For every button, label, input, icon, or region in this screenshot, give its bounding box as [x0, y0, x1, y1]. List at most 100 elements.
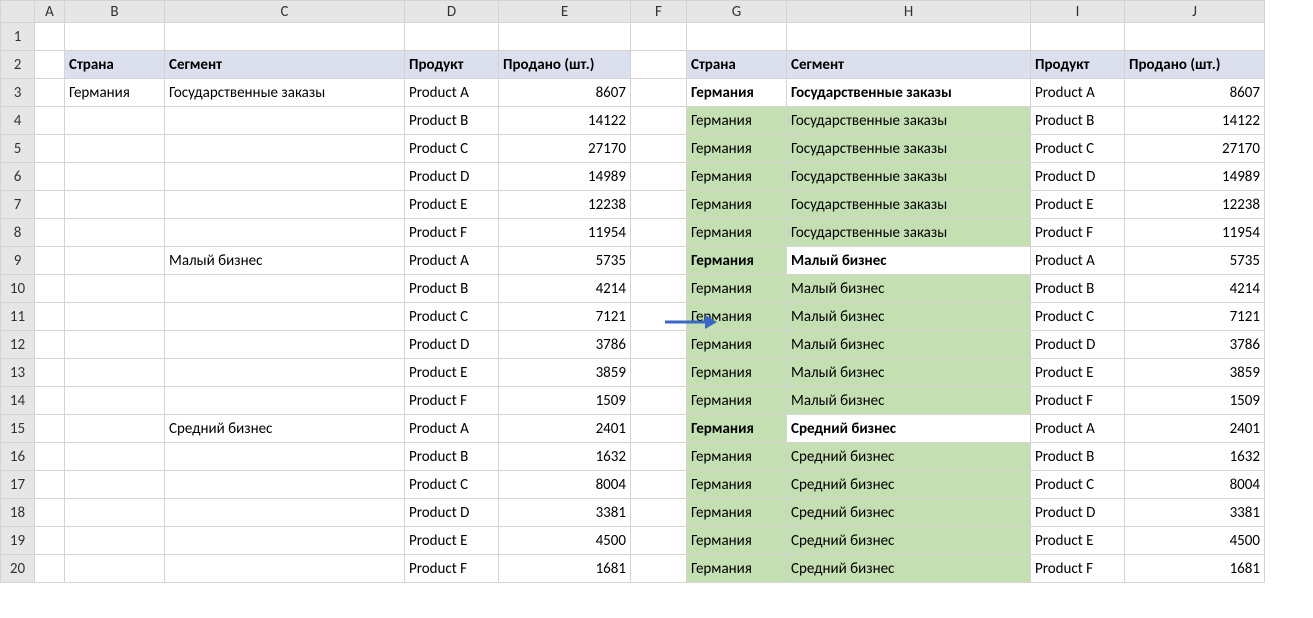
cell-C17[interactable]: [165, 471, 405, 499]
col-header-I[interactable]: I: [1031, 1, 1125, 23]
cell-C7[interactable]: [165, 191, 405, 219]
cell-B7[interactable]: [65, 191, 165, 219]
cell-B13[interactable]: [65, 359, 165, 387]
cell-E8[interactable]: 11954: [499, 219, 631, 247]
cell-I8[interactable]: Product F: [1031, 219, 1125, 247]
select-all-corner[interactable]: [1, 1, 35, 23]
cell-A20[interactable]: [35, 555, 65, 583]
cell-I16[interactable]: Product B: [1031, 443, 1125, 471]
cell-D11[interactable]: Product C: [405, 303, 499, 331]
row-header-14[interactable]: 14: [1, 387, 35, 415]
cell-F15[interactable]: [631, 415, 687, 443]
cell-I19[interactable]: Product E: [1031, 527, 1125, 555]
cell-G5[interactable]: Германия: [687, 135, 787, 163]
cell-G13[interactable]: Германия: [687, 359, 787, 387]
cell-F17[interactable]: [631, 471, 687, 499]
cell-J11[interactable]: 7121: [1125, 303, 1265, 331]
cell-E3[interactable]: 8607: [499, 79, 631, 107]
cell-I10[interactable]: Product B: [1031, 275, 1125, 303]
cell-B14[interactable]: [65, 387, 165, 415]
cell-J3[interactable]: 8607: [1125, 79, 1265, 107]
cell-C2[interactable]: Сегмент: [165, 51, 405, 79]
col-header-G[interactable]: G: [687, 1, 787, 23]
cell-J9[interactable]: 5735: [1125, 247, 1265, 275]
cell-D19[interactable]: Product E: [405, 527, 499, 555]
cell-D8[interactable]: Product F: [405, 219, 499, 247]
cell-B2[interactable]: Страна: [65, 51, 165, 79]
cell-C11[interactable]: [165, 303, 405, 331]
cell-G18[interactable]: Германия: [687, 499, 787, 527]
row-header-12[interactable]: 12: [1, 331, 35, 359]
cell-J8[interactable]: 11954: [1125, 219, 1265, 247]
cell-D16[interactable]: Product B: [405, 443, 499, 471]
col-header-B[interactable]: B: [65, 1, 165, 23]
cell-C16[interactable]: [165, 443, 405, 471]
cell-J10[interactable]: 4214: [1125, 275, 1265, 303]
cell-J19[interactable]: 4500: [1125, 527, 1265, 555]
cell-E13[interactable]: 3859: [499, 359, 631, 387]
col-header-A[interactable]: A: [35, 1, 65, 23]
cell-D10[interactable]: Product B: [405, 275, 499, 303]
row-header-16[interactable]: 16: [1, 443, 35, 471]
cell-F16[interactable]: [631, 443, 687, 471]
cell-F7[interactable]: [631, 191, 687, 219]
spreadsheet-grid[interactable]: A B C D E F G H I J 12СтранаСегментПроду…: [0, 0, 1265, 583]
cell-H10[interactable]: Малый бизнес: [787, 275, 1031, 303]
cell-F20[interactable]: [631, 555, 687, 583]
cell-G15[interactable]: Германия: [687, 415, 787, 443]
cell-E5[interactable]: 27170: [499, 135, 631, 163]
col-header-E[interactable]: E: [499, 1, 631, 23]
cell-C15[interactable]: Средний бизнес: [165, 415, 405, 443]
cell-D4[interactable]: Product B: [405, 107, 499, 135]
cell-B6[interactable]: [65, 163, 165, 191]
col-header-C[interactable]: C: [165, 1, 405, 23]
cell-A8[interactable]: [35, 219, 65, 247]
row-header-1[interactable]: 1: [1, 23, 35, 51]
cell-F18[interactable]: [631, 499, 687, 527]
cell-G12[interactable]: Германия: [687, 331, 787, 359]
cell-H7[interactable]: Государственные заказы: [787, 191, 1031, 219]
row-header-7[interactable]: 7: [1, 191, 35, 219]
row-header-9[interactable]: 9: [1, 247, 35, 275]
cell-E7[interactable]: 12238: [499, 191, 631, 219]
cell-E16[interactable]: 1632: [499, 443, 631, 471]
cell-H2[interactable]: Сегмент: [787, 51, 1031, 79]
cell-C14[interactable]: [165, 387, 405, 415]
cell-A5[interactable]: [35, 135, 65, 163]
cell-H14[interactable]: Малый бизнес: [787, 387, 1031, 415]
cell-I9[interactable]: Product A: [1031, 247, 1125, 275]
cell-J7[interactable]: 12238: [1125, 191, 1265, 219]
cell-J1[interactable]: [1125, 23, 1265, 51]
cell-E11[interactable]: 7121: [499, 303, 631, 331]
cell-E20[interactable]: 1681: [499, 555, 631, 583]
row-header-8[interactable]: 8: [1, 219, 35, 247]
cell-C5[interactable]: [165, 135, 405, 163]
row-header-4[interactable]: 4: [1, 107, 35, 135]
cell-C20[interactable]: [165, 555, 405, 583]
cell-E14[interactable]: 1509: [499, 387, 631, 415]
cell-H8[interactable]: Государственные заказы: [787, 219, 1031, 247]
cell-A4[interactable]: [35, 107, 65, 135]
cell-J2[interactable]: Продано (шт.): [1125, 51, 1265, 79]
cell-F2[interactable]: [631, 51, 687, 79]
cell-A7[interactable]: [35, 191, 65, 219]
cell-B5[interactable]: [65, 135, 165, 163]
cell-J12[interactable]: 3786: [1125, 331, 1265, 359]
cell-G16[interactable]: Германия: [687, 443, 787, 471]
row-header-13[interactable]: 13: [1, 359, 35, 387]
cell-E6[interactable]: 14989: [499, 163, 631, 191]
cell-C9[interactable]: Малый бизнес: [165, 247, 405, 275]
cell-H4[interactable]: Государственные заказы: [787, 107, 1031, 135]
cell-E17[interactable]: 8004: [499, 471, 631, 499]
cell-A2[interactable]: [35, 51, 65, 79]
cell-D13[interactable]: Product E: [405, 359, 499, 387]
cell-A18[interactable]: [35, 499, 65, 527]
cell-A3[interactable]: [35, 79, 65, 107]
cell-H6[interactable]: Государственные заказы: [787, 163, 1031, 191]
cell-A9[interactable]: [35, 247, 65, 275]
cell-I2[interactable]: Продукт: [1031, 51, 1125, 79]
cell-I5[interactable]: Product C: [1031, 135, 1125, 163]
cell-C18[interactable]: [165, 499, 405, 527]
cell-J16[interactable]: 1632: [1125, 443, 1265, 471]
cell-J6[interactable]: 14989: [1125, 163, 1265, 191]
